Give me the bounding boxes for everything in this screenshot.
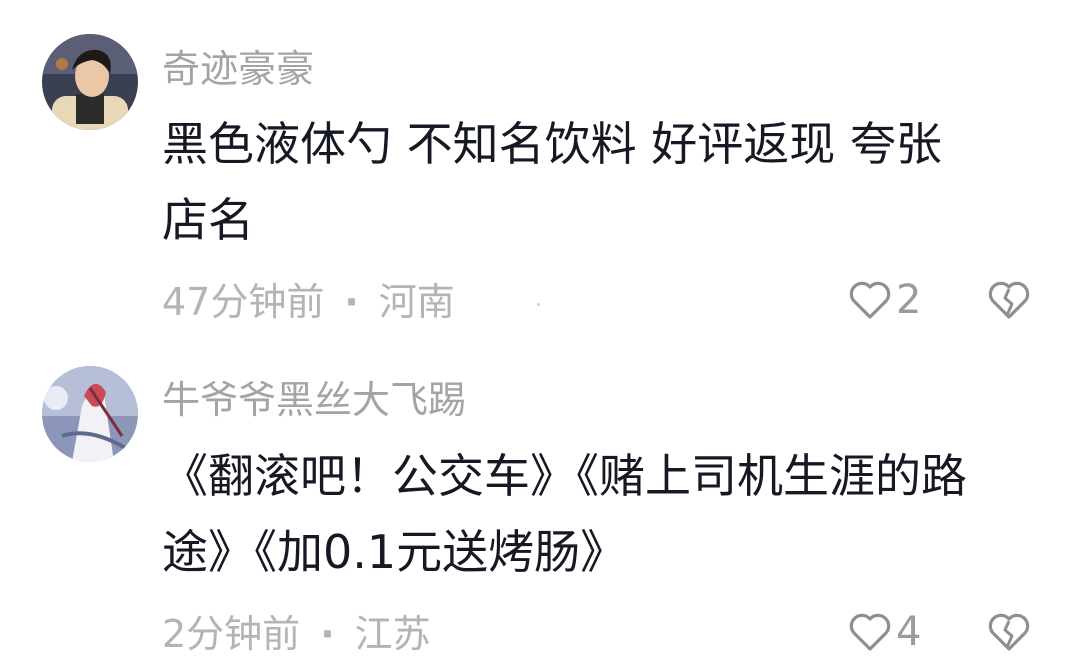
comment-text-line: 黑色液体勺 不知名饮料 好评返现 夸张	[162, 117, 942, 171]
like-button[interactable]: 4	[848, 612, 921, 652]
comment-time: 47分钟前	[162, 280, 325, 324]
like-count: 4	[896, 609, 922, 655]
comment-meta: 2分钟前 · 江苏	[162, 615, 431, 653]
anime-avatar-image-icon	[42, 366, 138, 462]
like-count: 2	[896, 277, 922, 323]
user-avatar-photo-icon	[42, 34, 138, 130]
comment-location: 河南	[378, 280, 455, 324]
comment-text-line: 《翻滚吧！公交车》《赌上司机生涯的路	[162, 449, 967, 503]
avatar[interactable]	[42, 366, 138, 462]
heart-outline-icon	[848, 612, 892, 652]
meta-separator: ·	[320, 612, 335, 656]
comment-text: 黑色液体勺 不知名饮料 好评返现 夸张 店名	[162, 106, 1042, 258]
like-button[interactable]: 2	[848, 280, 921, 320]
dislike-button[interactable]	[988, 281, 1030, 321]
comment-location: 江苏	[354, 612, 431, 656]
comment-text-line: 途》《加0.1元送烤肠》	[162, 525, 627, 579]
username[interactable]: 牛爷爷黑丝大飞踢	[162, 381, 466, 419]
heart-outline-icon	[848, 280, 892, 320]
avatar[interactable]	[42, 34, 138, 130]
meta-separator: ·	[344, 280, 359, 324]
broken-heart-icon	[988, 613, 1030, 653]
comment-text-line: 店名	[162, 193, 254, 247]
decorative-dot	[537, 303, 540, 306]
comment-text: 《翻滚吧！公交车》《赌上司机生涯的路 途》《加0.1元送烤肠》	[162, 438, 1042, 590]
comment-meta: 47分钟前 · 河南	[162, 283, 455, 321]
username[interactable]: 奇迹豪豪	[162, 50, 314, 88]
broken-heart-icon	[988, 281, 1030, 321]
comment-time: 2分钟前	[162, 612, 301, 656]
dislike-button[interactable]	[988, 613, 1030, 653]
